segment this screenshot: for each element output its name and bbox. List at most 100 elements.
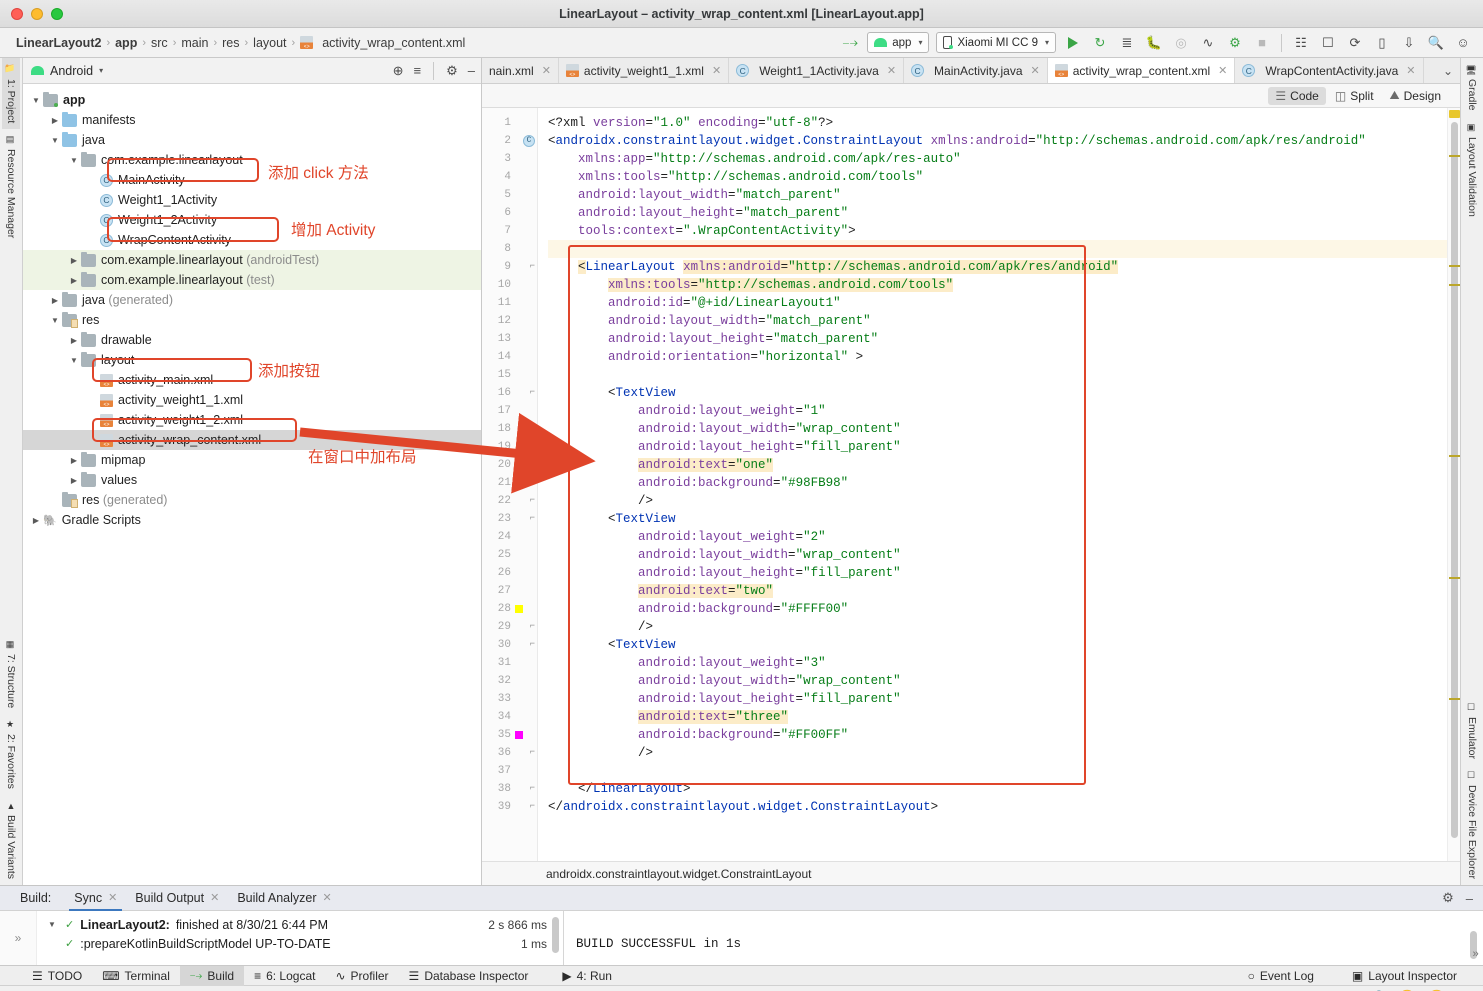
stop-icon[interactable]: ■: [1252, 33, 1272, 53]
sdk-manager-icon[interactable]: ☷: [1291, 33, 1311, 53]
project-tree[interactable]: ▼ app ▶ manifests ▼ java ▼ com.example.linearla…: [23, 84, 481, 885]
chevron-right-icon[interactable]: ▶: [86, 396, 100, 405]
minimize-icon[interactable]: –: [468, 63, 475, 78]
build-hammer-icon[interactable]: ⤍: [840, 33, 860, 53]
minimize-window-button[interactable]: [31, 7, 43, 20]
chevron-right-icon[interactable]: ▶: [67, 276, 81, 285]
close-icon[interactable]: ✕: [1218, 64, 1227, 77]
rail-tab-build-variants[interactable]: ▲ Build Variants: [2, 795, 20, 885]
chevron-down-icon[interactable]: ▼: [67, 356, 81, 365]
tree-item-res[interactable]: ▶ res (generated): [23, 490, 481, 510]
avd-manager-icon[interactable]: ☐: [1318, 33, 1338, 53]
editor-tab-mainactivity-java[interactable]: C MainActivity.java ✕: [904, 58, 1048, 83]
code-editor[interactable]: 1 2 C 3 4 5 6 7 8 9 ⌐ 10 11 12 13 14 15 16 ⌐ 17 18 19 20 21 22 ⌐ 2…: [482, 108, 1460, 861]
chevron-down-icon[interactable]: ▼: [29, 96, 43, 105]
close-icon[interactable]: ✕: [542, 64, 551, 77]
device-selector[interactable]: Xiaomi MI CC 9 ▾: [936, 32, 1056, 53]
rail-tab-resource-manager[interactable]: ▤ Resource Manager: [2, 129, 20, 244]
fold-gutter-icon[interactable]: ⌐: [526, 748, 535, 757]
apply-changes-icon[interactable]: ↻: [1090, 33, 1110, 53]
tree-item-com-example-linearlayout[interactable]: ▶ com.example.linearlayout (androidTest): [23, 250, 481, 270]
rail-tab-emulator[interactable]: ☐ Emulator: [1463, 697, 1481, 765]
tree-item-app[interactable]: ▼ app: [23, 90, 481, 110]
editor-tab-activity-weight1-1-xml[interactable]: activity_weight1_1.xml ✕: [558, 58, 730, 83]
tree-item-java[interactable]: ▶ java (generated): [23, 290, 481, 310]
breadcrumb-main[interactable]: main: [177, 36, 212, 50]
tree-item-weight1-1activity[interactable]: ▶C Weight1_1Activity: [23, 190, 481, 210]
toolstrip-layout-inspector[interactable]: ▣ Layout Inspector: [1342, 966, 1467, 986]
close-icon[interactable]: ✕: [210, 888, 219, 908]
device-manager-icon[interactable]: ▯: [1372, 33, 1392, 53]
run-with-coverage-icon[interactable]: ⚙: [1225, 33, 1245, 53]
sync-row[interactable]: ✓ :prepareKotlinBuildScriptModel UP-TO-D…: [45, 934, 563, 953]
class-gutter-icon[interactable]: C: [523, 135, 535, 147]
chevron-down-icon[interactable]: ▼: [45, 920, 59, 929]
chevron-right-icon[interactable]: ▶: [48, 296, 62, 305]
breadcrumb-res[interactable]: res: [218, 36, 243, 50]
tree-item-mainactivity[interactable]: ▶C MainActivity: [23, 170, 481, 190]
rail-tab-favorites[interactable]: ★ 2: Favorites: [2, 714, 20, 795]
editor-tab-weight1-1activity-java[interactable]: C Weight1_1Activity.java ✕: [729, 58, 905, 83]
fold-gutter-icon[interactable]: ⌐: [526, 640, 535, 649]
editor-scrollbar[interactable]: [1447, 108, 1460, 861]
rail-tab-device-file-explorer[interactable]: ☐ Device File Explorer: [1463, 765, 1481, 885]
rail-tab-project[interactable]: 📁 1: Project: [2, 58, 20, 130]
chevron-right-icon[interactable]: ▶: [67, 256, 81, 265]
close-icon[interactable]: ✕: [887, 64, 896, 77]
project-view-selector[interactable]: Android: [50, 64, 93, 78]
tree-item-values[interactable]: ▶ values: [23, 470, 481, 490]
expand-sidebar-icon[interactable]: »: [0, 911, 37, 965]
toolstrip-logcat[interactable]: ≡ 6: Logcat: [244, 966, 325, 986]
toolstrip-profiler[interactable]: ∿ Profiler: [325, 966, 398, 986]
chevron-right-icon[interactable]: ▶: [67, 456, 81, 465]
attach-debugger-icon[interactable]: ◎: [1171, 33, 1191, 53]
chevron-down-icon[interactable]: ⌄: [1443, 64, 1453, 78]
chevron-down-icon[interactable]: ▼: [48, 136, 62, 145]
chevron-right-icon[interactable]: ▶: [86, 436, 100, 445]
tree-item-com-example-linearlayout[interactable]: ▶ com.example.linearlayout (test): [23, 270, 481, 290]
gear-icon[interactable]: ⚙: [446, 63, 458, 79]
profile-icon[interactable]: ∿: [1198, 33, 1218, 53]
minimize-icon[interactable]: –: [1466, 891, 1473, 906]
rail-tab-gradle[interactable]: 🖥 Gradle: [1463, 58, 1481, 117]
apply-code-changes-icon[interactable]: ≣: [1117, 33, 1137, 53]
tree-item-res[interactable]: ▼ res: [23, 310, 481, 330]
build-tab-sync[interactable]: Sync ✕: [65, 885, 126, 911]
collapse-all-icon[interactable]: ≡: [414, 63, 422, 78]
run-button[interactable]: [1063, 33, 1083, 53]
toolstrip-todo[interactable]: ☰ TODO: [22, 966, 92, 986]
rail-tab-layout-validation[interactable]: ▣ Layout Validation: [1463, 117, 1481, 223]
sync-row[interactable]: ▼ ✓ LinearLayout2: finished at 8/30/21 6…: [45, 915, 563, 934]
editor-tabs[interactable]: nain.xml ✕ activity_weight1_1.xml ✕ C Weight1…: [482, 58, 1460, 84]
chevron-right-icon[interactable]: ▶: [86, 416, 100, 425]
tree-item-com-example-linearlayout[interactable]: ▼ com.example.linearlayout: [23, 150, 481, 170]
fold-gutter-icon[interactable]: ⌐: [526, 622, 535, 631]
tree-item-wrapcontentactivity[interactable]: ▶C WrapContentActivity: [23, 230, 481, 250]
close-window-button[interactable]: [11, 7, 23, 20]
tree-item-activity-weight1-2-xml[interactable]: ▶ activity_weight1_2.xml: [23, 410, 481, 430]
toolstrip-database-inspector[interactable]: ☰ Database Inspector: [399, 966, 539, 986]
scroll-thumb[interactable]: [1451, 122, 1458, 838]
code-text[interactable]: <?xml version="1.0" encoding="utf-8"?> <a…: [538, 108, 1447, 861]
build-tab-build-output[interactable]: Build Output ✕: [126, 885, 228, 911]
chevron-right-icon[interactable]: ▶: [67, 476, 81, 485]
run-configuration-selector[interactable]: app ▾: [867, 32, 930, 53]
tab-design[interactable]: ⛰ Design: [1383, 86, 1448, 105]
fold-gutter-icon[interactable]: ⌐: [526, 388, 535, 397]
maximize-window-button[interactable]: [51, 7, 63, 20]
editor-tab-wrapcontentactivity-java[interactable]: C WrapContentActivity.java ✕: [1235, 58, 1424, 83]
sync-gradle-icon[interactable]: ⟳: [1345, 33, 1365, 53]
tree-item-activity-main-xml[interactable]: ▶ activity_main.xml: [23, 370, 481, 390]
build-sync-tree[interactable]: » ▼ ✓ LinearLayout2: finished at 8/30/21…: [0, 911, 564, 965]
breadcrumb-app[interactable]: app: [111, 36, 141, 50]
tree-item-manifests[interactable]: ▶ manifests: [23, 110, 481, 130]
breadcrumb-project[interactable]: LinearLayout2: [12, 36, 105, 50]
chevron-right-icon[interactable]: ▶: [86, 236, 100, 245]
toolstrip-build[interactable]: ⤍ Build: [179, 965, 245, 986]
chevron-right-icon[interactable]: ▶: [48, 116, 62, 125]
breadcrumb-src[interactable]: src: [147, 36, 172, 50]
search-icon[interactable]: 🔍: [1426, 33, 1446, 53]
close-icon[interactable]: ✕: [108, 888, 117, 908]
build-tab-build-analyzer[interactable]: Build Analyzer ✕: [228, 885, 340, 911]
chevron-right-icon[interactable]: ▶: [67, 336, 81, 345]
